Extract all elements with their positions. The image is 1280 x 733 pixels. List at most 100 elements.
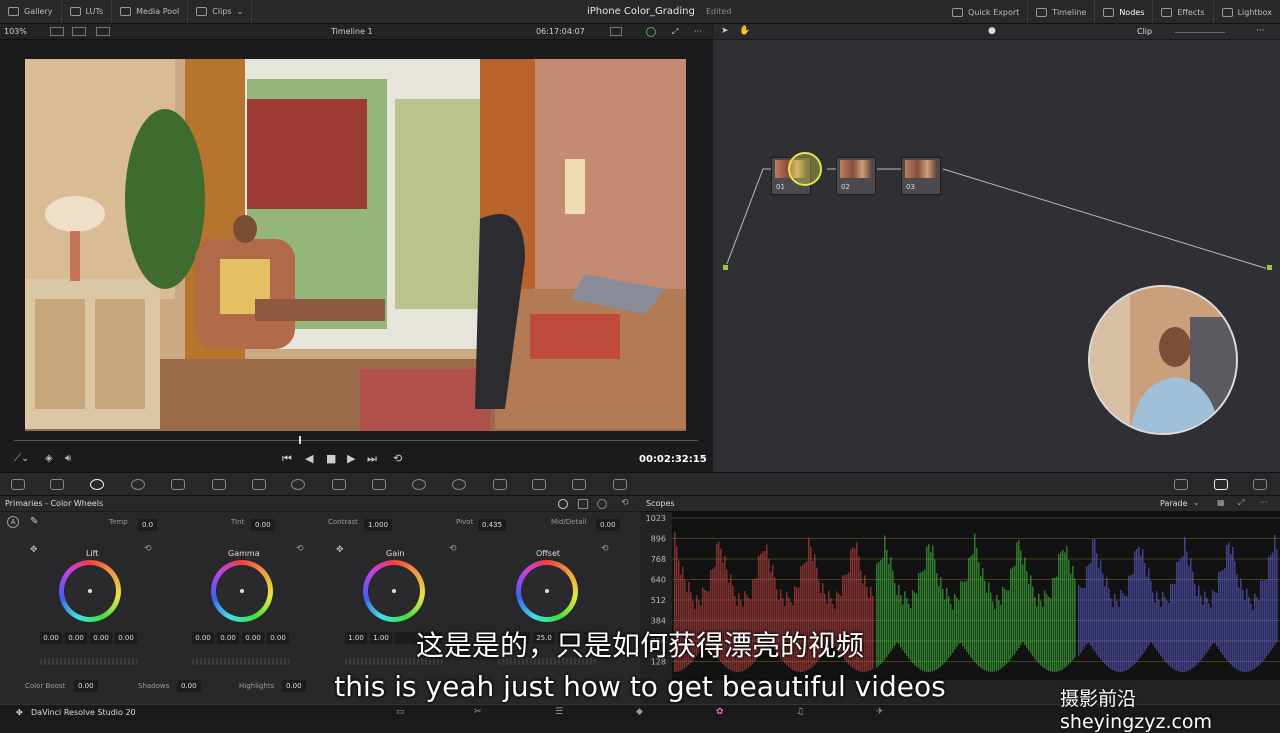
picker-tool-icon[interactable]: ⟋⌄: [14, 453, 29, 464]
info-icon[interactable]: [1253, 479, 1267, 490]
media-pool-button[interactable]: Media Pool: [112, 0, 189, 24]
play-reverse-icon[interactable]: ◀: [305, 452, 313, 465]
scope-mode-select[interactable]: Parade: [1160, 499, 1188, 508]
nodes-button[interactable]: Nodes: [1095, 0, 1154, 24]
blur-icon[interactable]: [532, 479, 546, 490]
stop-icon[interactable]: ■: [326, 452, 336, 465]
media-pool-icon: [120, 7, 132, 16]
clips-button[interactable]: Clips ⌄: [188, 0, 253, 24]
sizing-icon[interactable]: [613, 479, 627, 490]
magic-mask-icon[interactable]: [493, 479, 507, 490]
gallery-icon: [8, 7, 19, 16]
gain-wheel-puck[interactable]: [392, 589, 396, 593]
eyedropper-icon[interactable]: [372, 479, 386, 490]
more-options-icon[interactable]: ···: [1260, 498, 1268, 507]
cut-page-icon[interactable]: ✂: [474, 707, 482, 717]
media-page-icon[interactable]: ▭: [396, 707, 405, 717]
chevron-down-icon: ⌄: [236, 7, 244, 16]
bars-mode-icon[interactable]: [578, 499, 588, 509]
gain-wheel[interactable]: [363, 560, 425, 622]
expand-icon[interactable]: ⤢: [1238, 498, 1244, 508]
output-node-connector[interactable]: [1266, 264, 1273, 271]
webcam-overlay: [1088, 285, 1238, 435]
scopes-icon[interactable]: [1214, 479, 1228, 490]
input-node-connector[interactable]: [722, 264, 729, 271]
node-thumbnail: [840, 160, 872, 178]
volume-icon[interactable]: 🔊︎: [65, 453, 71, 464]
rgb-mixer-icon[interactable]: [171, 479, 185, 490]
luts-button[interactable]: LUTs: [62, 0, 113, 24]
contrast-value[interactable]: 1.000: [364, 519, 393, 531]
timeline-select[interactable]: Timeline 1: [331, 27, 373, 36]
color-page-icon[interactable]: ✿: [716, 707, 724, 717]
curves-icon[interactable]: [252, 479, 266, 490]
timeline-button[interactable]: Timeline: [1028, 0, 1096, 24]
temp-label: Temp: [109, 518, 128, 526]
reset-icon[interactable]: ⟲: [621, 498, 629, 508]
scope-layout-icon[interactable]: ▦: [1217, 498, 1225, 507]
offset-reset-icon[interactable]: ⟲: [601, 544, 609, 554]
gamma-label: Gamma: [228, 549, 260, 558]
split-view-icon[interactable]: [72, 27, 86, 36]
color-match-icon[interactable]: [50, 479, 64, 490]
display-icon[interactable]: [610, 27, 622, 36]
qualifier-icon[interactable]: [332, 479, 346, 490]
picker-icon[interactable]: ✎: [30, 516, 38, 527]
gain-label: Gain: [386, 549, 405, 558]
stereo-icon[interactable]: [1174, 479, 1188, 490]
gamma-wheel[interactable]: [211, 560, 273, 622]
tint-value[interactable]: 0.00: [251, 519, 275, 531]
layers-icon[interactable]: ◈: [45, 453, 53, 464]
pivot-value[interactable]: 0.435: [478, 519, 507, 531]
gain-reset-icon[interactable]: ⟲: [449, 544, 457, 554]
playhead[interactable]: [299, 436, 301, 444]
lift-picker-icon[interactable]: ✥: [30, 545, 38, 555]
viewer-mode-icon[interactable]: [50, 27, 64, 36]
temp-value[interactable]: 0.0: [138, 519, 158, 531]
contrast-label: Contrast: [328, 518, 358, 526]
window-icon[interactable]: [412, 479, 426, 490]
jump-end-icon[interactable]: ⏭: [367, 452, 377, 466]
hdr-wheels-icon[interactable]: [131, 479, 145, 490]
gain-picker-icon[interactable]: ✥: [336, 545, 344, 555]
compare-icon[interactable]: [96, 27, 110, 36]
fusion-page-icon[interactable]: ◆: [636, 707, 643, 717]
deliver-page-icon[interactable]: ✈: [876, 707, 884, 717]
quick-export-button[interactable]: Quick Export: [944, 0, 1029, 24]
edit-page-icon[interactable]: ☰: [555, 707, 563, 717]
node-03[interactable]: 03: [901, 157, 941, 195]
jump-start-icon[interactable]: ⏮: [282, 452, 292, 466]
room-scene-image: [25, 59, 686, 431]
gamma-wheel-puck[interactable]: [240, 589, 244, 593]
source-timecode: 06:17:04:07: [536, 27, 585, 36]
highlight-icon[interactable]: [646, 27, 656, 37]
log-mode-icon[interactable]: [597, 499, 607, 509]
zoom-select[interactable]: 103%: [4, 27, 27, 36]
offset-wheel[interactable]: [516, 560, 578, 622]
lift-reset-icon[interactable]: ⟲: [144, 544, 152, 554]
play-icon[interactable]: ▶: [347, 452, 355, 465]
wheels-mode-icon[interactable]: [558, 499, 568, 509]
tracker-icon[interactable]: [452, 479, 466, 490]
lift-wheel-puck[interactable]: [88, 589, 92, 593]
effects-button[interactable]: Effects: [1153, 0, 1214, 24]
loop-icon[interactable]: ⟲: [393, 452, 402, 465]
fairlight-page-icon[interactable]: ♫: [796, 707, 804, 717]
node-02[interactable]: 02: [836, 157, 876, 195]
camera-raw-icon[interactable]: [11, 479, 25, 490]
key-icon[interactable]: [572, 479, 586, 490]
lightbox-button[interactable]: Lightbox: [1214, 0, 1280, 24]
more-options-icon[interactable]: ···: [694, 27, 702, 36]
auto-balance-icon[interactable]: A: [7, 516, 19, 528]
fullscreen-icon[interactable]: ⤢: [672, 27, 678, 37]
lift-wheel[interactable]: [59, 560, 121, 622]
gamma-reset-icon[interactable]: ⟲: [296, 544, 304, 554]
scrub-bar[interactable]: [14, 440, 698, 441]
mid-detail-value[interactable]: 0.00: [596, 519, 620, 531]
color-warper-icon[interactable]: [291, 479, 305, 490]
motion-effects-icon[interactable]: [212, 479, 226, 490]
presenter-image: [1090, 287, 1236, 433]
color-wheels-icon[interactable]: [90, 479, 104, 490]
offset-wheel-puck[interactable]: [545, 589, 549, 593]
gallery-button[interactable]: Gallery: [0, 0, 62, 24]
